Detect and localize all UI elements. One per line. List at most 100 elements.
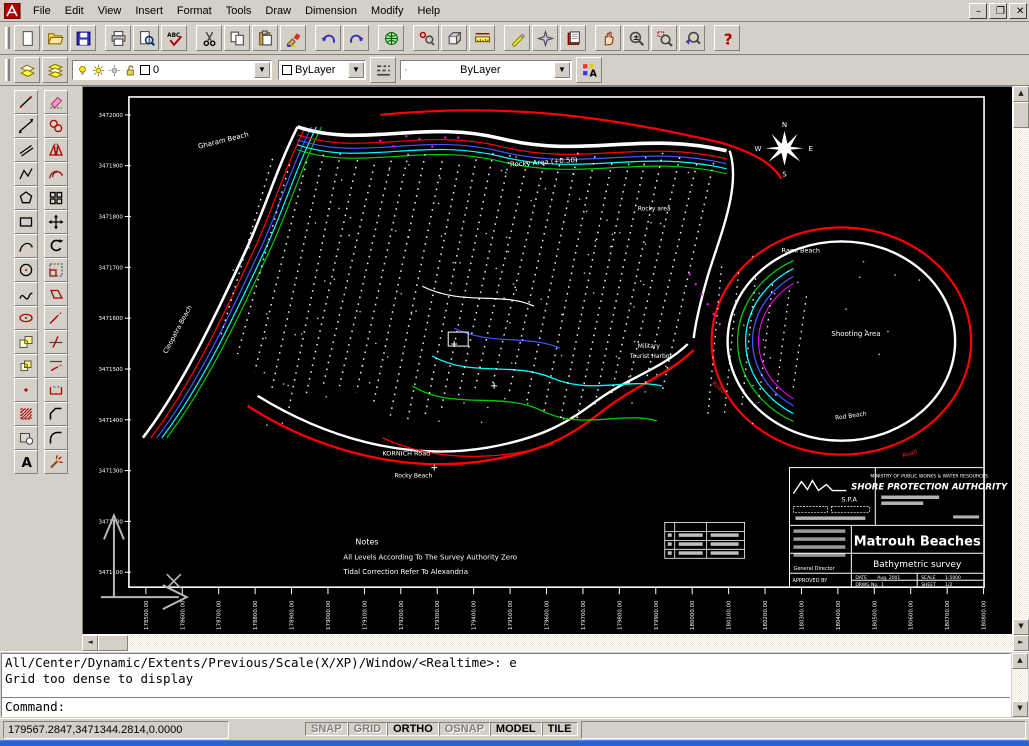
undo-button[interactable] (315, 25, 341, 51)
coordinate-display[interactable]: 179567.2847,3471344.2814,0.0000 (3, 721, 229, 739)
properties-button[interactable]: A (576, 57, 602, 83)
menu-format[interactable]: Format (170, 3, 219, 19)
help-button[interactable]: ? (714, 25, 740, 51)
menu-tools[interactable]: Tools (219, 3, 259, 19)
cmd-scroll-up-icon[interactable]: ▲ (1012, 653, 1028, 669)
toolbar-grip[interactable] (5, 27, 10, 49)
new-file-button[interactable] (14, 25, 40, 51)
make-layer-current-button[interactable] (14, 57, 40, 83)
hatch-button[interactable] (14, 402, 38, 426)
circle-button[interactable] (14, 258, 38, 282)
linetype-button[interactable] (370, 57, 396, 83)
drawing-canvas[interactable]: NSEWNotesAll Levels According To The Sur… (82, 86, 1013, 635)
mirror-button[interactable] (44, 138, 68, 162)
open-file-button[interactable] (42, 25, 68, 51)
restore-button[interactable]: ❐ (989, 3, 1007, 19)
stretch-button[interactable] (44, 282, 68, 306)
named-ucs-button[interactable] (441, 25, 467, 51)
vertical-scroll-thumb[interactable] (1013, 102, 1029, 128)
canvas-vertical-scrollbar[interactable]: ▲ ▼ (1013, 86, 1029, 635)
scale-button[interactable] (44, 258, 68, 282)
construction-line-button[interactable] (14, 114, 38, 138)
pan-realtime-button[interactable] (595, 25, 621, 51)
toggle-ortho[interactable]: ORTHO (387, 722, 439, 736)
cut-button[interactable] (196, 25, 222, 51)
zoom-window-button[interactable] (651, 25, 677, 51)
ellipse-button[interactable] (14, 306, 38, 330)
match-properties-button[interactable] (280, 25, 306, 51)
cmd-scroll-down-icon[interactable]: ▼ (1012, 701, 1028, 717)
rotate-button[interactable] (44, 234, 68, 258)
region-button[interactable] (14, 426, 38, 450)
menu-view[interactable]: View (91, 3, 129, 19)
offset-button[interactable] (44, 162, 68, 186)
explode-button[interactable] (44, 450, 68, 474)
chamfer-button[interactable] (44, 402, 68, 426)
close-button[interactable]: ✕ (1009, 3, 1027, 19)
distance-button[interactable] (469, 25, 495, 51)
color-combo[interactable]: ByLayer ▼ (278, 60, 366, 80)
redraw-button[interactable] (504, 25, 530, 51)
erase-button[interactable] (44, 90, 68, 114)
toggle-osnap[interactable]: OSNAP (439, 722, 490, 736)
zoom-realtime-button[interactable]: ± (623, 25, 649, 51)
line-button[interactable] (14, 90, 38, 114)
polyline-button[interactable] (14, 162, 38, 186)
paste-button[interactable] (252, 25, 278, 51)
redo-button[interactable] (343, 25, 369, 51)
linetype-combo[interactable]: ·ByLayer ▼ (400, 60, 572, 80)
toolbar-grip[interactable] (5, 59, 10, 81)
move-button[interactable] (44, 210, 68, 234)
print-button[interactable] (105, 25, 131, 51)
menu-edit[interactable]: Edit (58, 3, 91, 19)
spelling-button[interactable]: ABC (161, 25, 187, 51)
scroll-up-icon[interactable]: ▲ (1013, 86, 1029, 102)
object-snap-button[interactable] (413, 25, 439, 51)
multiline-button[interactable] (14, 138, 38, 162)
menu-dimension[interactable]: Dimension (298, 3, 364, 19)
break-button[interactable] (44, 378, 68, 402)
toggle-grid[interactable]: GRID (348, 722, 388, 736)
copy-object-button[interactable] (44, 114, 68, 138)
command-scrollbar[interactable]: ▲ ▼ (1012, 653, 1028, 717)
polygon-button[interactable] (14, 186, 38, 210)
scroll-down-icon[interactable]: ▼ (1013, 619, 1029, 635)
zoom-previous-button[interactable] (679, 25, 705, 51)
layer-combo[interactable]: 0 ▼ (72, 60, 272, 80)
canvas-horizontal-scrollbar[interactable]: ◄ ► (82, 635, 1029, 651)
scroll-left-icon[interactable]: ◄ (82, 635, 98, 651)
toggle-snap[interactable]: SNAP (305, 722, 348, 736)
named-views-button[interactable] (560, 25, 586, 51)
minimize-button[interactable]: – (969, 3, 987, 19)
linetype-combo-dropdown[interactable]: ▼ (554, 62, 570, 78)
save-file-button[interactable] (70, 25, 96, 51)
menu-help[interactable]: Help (410, 3, 447, 19)
point-button[interactable] (14, 378, 38, 402)
trim-button[interactable] (44, 330, 68, 354)
layers-button[interactable] (42, 57, 68, 83)
command-input[interactable]: Command: (5, 699, 65, 715)
print-preview-button[interactable] (133, 25, 159, 51)
extend-button[interactable] (44, 354, 68, 378)
lengthen-button[interactable] (44, 306, 68, 330)
menu-insert[interactable]: Insert (128, 3, 170, 19)
menu-file[interactable]: File (26, 3, 58, 19)
launch-browser-button[interactable] (378, 25, 404, 51)
rectangle-button[interactable] (14, 210, 38, 234)
insert-block-button[interactable] (14, 330, 38, 354)
layer-combo-dropdown[interactable]: ▼ (254, 62, 270, 78)
toggle-tile[interactable]: TILE (542, 722, 578, 736)
aerial-view-button[interactable] (532, 25, 558, 51)
fillet-button[interactable] (44, 426, 68, 450)
menu-draw[interactable]: Draw (258, 3, 298, 19)
toggle-model[interactable]: MODEL (490, 722, 542, 736)
app-logo-icon[interactable] (4, 3, 22, 19)
arc-button[interactable] (14, 234, 38, 258)
spline-button[interactable] (14, 282, 38, 306)
horizontal-scroll-thumb[interactable] (98, 635, 128, 651)
menu-modify[interactable]: Modify (364, 3, 410, 19)
multiline-text-button[interactable]: A (14, 450, 38, 474)
copy-button[interactable] (224, 25, 250, 51)
color-combo-dropdown[interactable]: ▼ (348, 62, 364, 78)
make-block-button[interactable] (14, 354, 38, 378)
